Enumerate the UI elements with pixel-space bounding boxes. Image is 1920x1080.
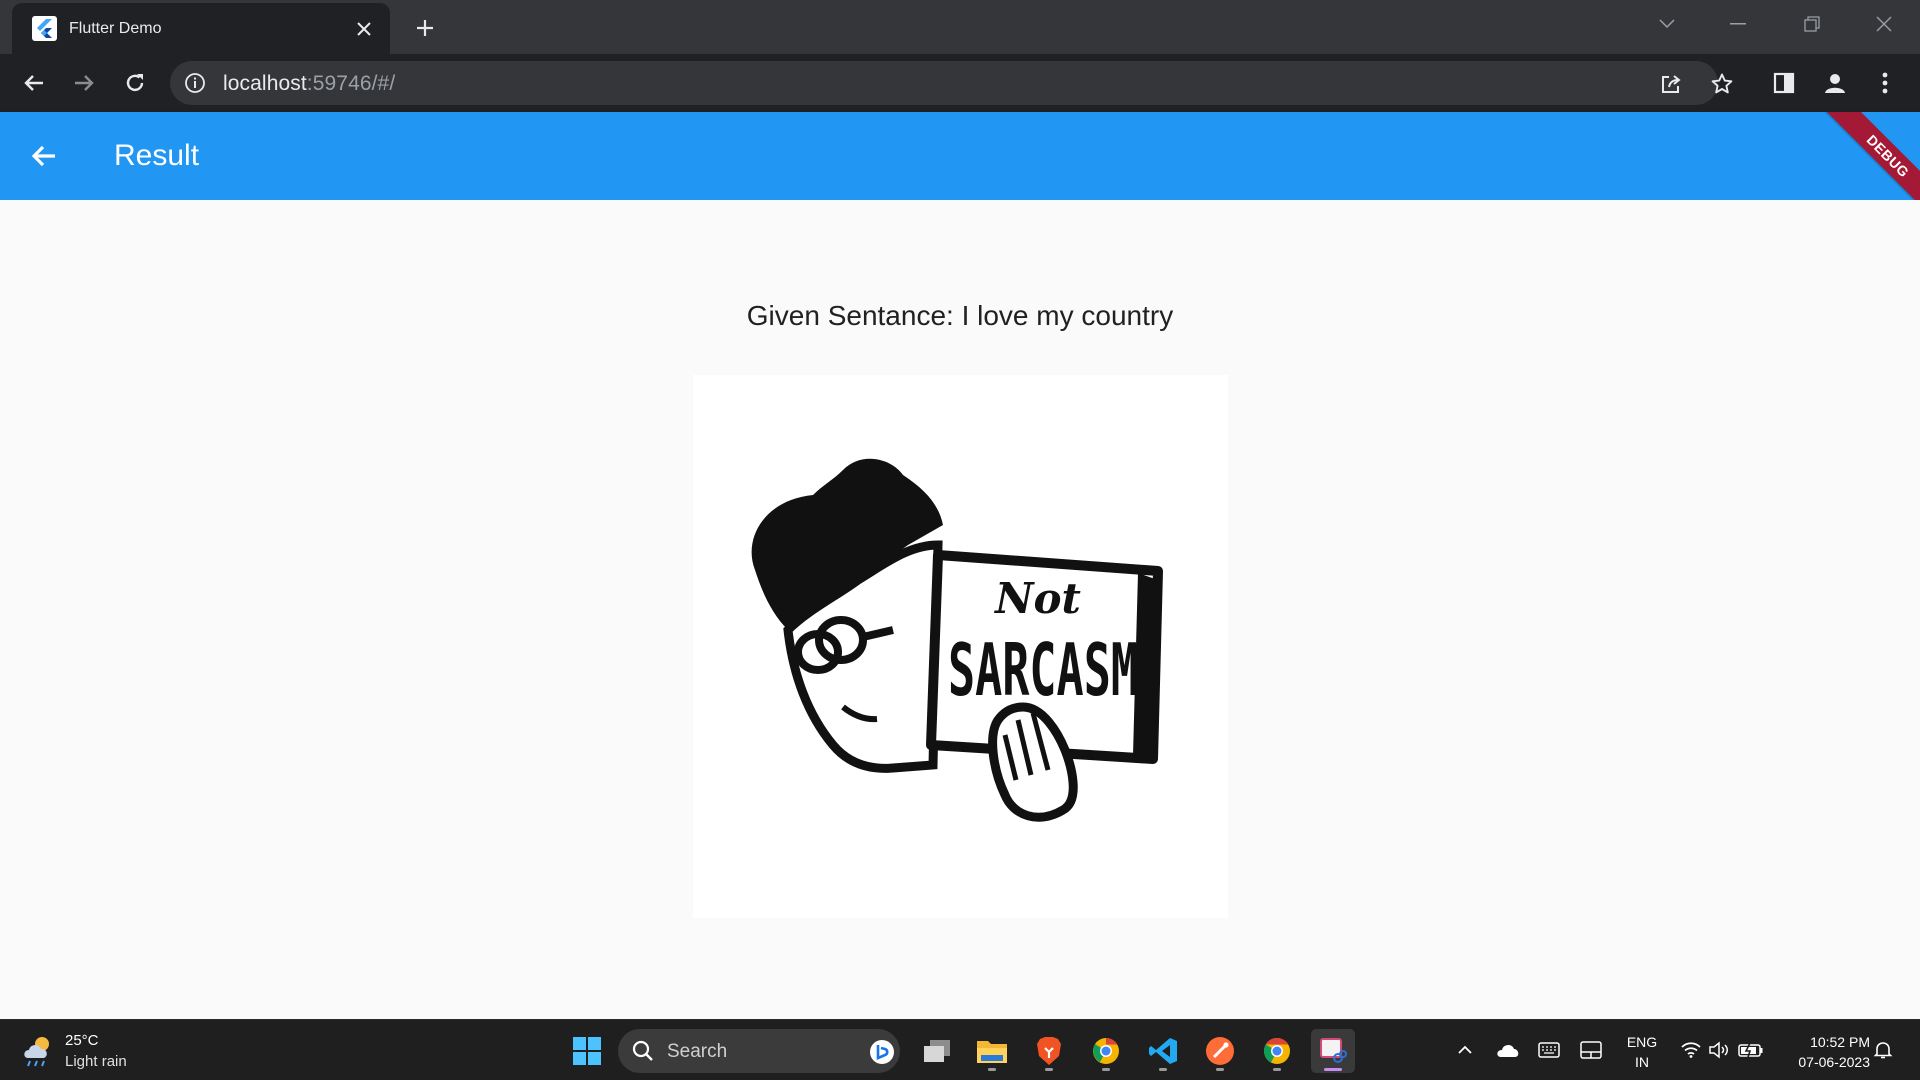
brave-icon[interactable]	[1027, 1029, 1071, 1073]
back-icon[interactable]	[15, 64, 53, 102]
back-arrow-icon[interactable]	[24, 136, 64, 176]
minimize-button[interactable]	[1716, 6, 1760, 42]
page-title: Result	[114, 139, 200, 172]
tab-title: Flutter Demo	[69, 20, 162, 37]
running-indicator	[1045, 1068, 1053, 1071]
browser-tab[interactable]: Flutter Demo	[12, 3, 390, 54]
language-code: ENG	[1626, 1034, 1658, 1050]
region-code: IN	[1635, 1054, 1649, 1070]
clock-date: 07-06-2023	[1798, 1054, 1870, 1070]
running-indicator	[1159, 1068, 1167, 1071]
address-bar[interactable]: localhost:59746/#/	[170, 61, 1733, 105]
clock[interactable]: 10:52 PM 07-06-2023	[1778, 1032, 1870, 1072]
new-tab-button[interactable]	[409, 12, 441, 44]
tab-search-icon[interactable]	[1645, 6, 1689, 42]
notification-bell-icon[interactable]	[1870, 1038, 1896, 1062]
onedrive-cloud-icon[interactable]	[1495, 1038, 1521, 1062]
chrome-canary-icon[interactable]	[1084, 1029, 1128, 1073]
running-indicator	[1102, 1068, 1110, 1071]
url-host: localhost	[223, 72, 307, 95]
forward-icon[interactable]	[65, 64, 103, 102]
given-sentence-text: Given Sentance: I love my country	[746, 300, 1174, 331]
restore-button[interactable]	[1790, 6, 1834, 42]
not-sarcasm-illustration: Not SARCASM	[751, 458, 1163, 822]
task-view-icon[interactable]	[915, 1029, 959, 1073]
vscode-icon[interactable]	[1141, 1029, 1185, 1073]
side-panel-icon[interactable]	[1765, 64, 1803, 102]
close-window-button[interactable]	[1862, 6, 1906, 42]
file-explorer-icon[interactable]	[970, 1029, 1014, 1073]
sign-text-not: Not	[993, 574, 1081, 623]
browser-tab-strip: Flutter Demo	[0, 0, 1920, 54]
sign-text-sarcasm: SARCASM	[948, 629, 1138, 713]
flutter-favicon-icon	[32, 16, 57, 41]
snipping-tool-icon[interactable]	[1311, 1029, 1355, 1073]
chevron-up-icon[interactable]	[1452, 1038, 1478, 1062]
start-icon[interactable]	[565, 1029, 609, 1073]
share-icon[interactable]	[1656, 69, 1686, 99]
search-icon	[632, 1040, 654, 1062]
running-indicator	[988, 1068, 996, 1071]
weather-temperature: 25°C	[65, 1032, 99, 1049]
result-body: Given Sentance: I love my country Not SA…	[0, 200, 1920, 1019]
result-image: Not SARCASM	[693, 375, 1228, 918]
tab-close-icon[interactable]	[350, 15, 378, 43]
windows-taskbar: 25°C Light rain Search ENG IN 10:52 PM 0…	[0, 1019, 1920, 1080]
debug-banner: DEBUG	[1822, 112, 1920, 200]
taskbar-search-box[interactable]: Search	[618, 1029, 900, 1073]
battery-charging-icon[interactable]	[1738, 1038, 1764, 1062]
browser-toolbar: localhost:59746/#/	[0, 54, 1920, 112]
clock-time: 10:52 PM	[1810, 1034, 1870, 1050]
bing-icon[interactable]	[869, 1039, 895, 1065]
input-language-indicator[interactable]: ENG IN	[1624, 1032, 1660, 1072]
touchpad-icon[interactable]	[1578, 1038, 1604, 1062]
keyboard-icon[interactable]	[1536, 1038, 1562, 1062]
active-indicator	[1324, 1068, 1342, 1071]
chrome-icon[interactable]	[1255, 1029, 1299, 1073]
menu-kebab-icon[interactable]	[1866, 64, 1904, 102]
reload-icon[interactable]	[116, 64, 154, 102]
weather-cloud-rain-icon[interactable]	[20, 1032, 58, 1068]
url-path: :59746/#/	[306, 72, 396, 95]
site-info-icon[interactable]	[184, 72, 206, 94]
url-text: localhost:59746/#/	[223, 72, 395, 96]
app-bar: Result DEBUG	[0, 112, 1920, 200]
profile-icon[interactable]	[1816, 64, 1854, 102]
bookmark-star-icon[interactable]	[1707, 69, 1737, 99]
running-indicator	[1273, 1068, 1281, 1071]
weather-description: Light rain	[65, 1053, 127, 1070]
wifi-icon[interactable]	[1678, 1038, 1704, 1062]
search-placeholder: Search	[667, 1041, 728, 1062]
running-indicator	[1216, 1068, 1224, 1071]
postman-icon[interactable]	[1198, 1029, 1242, 1073]
volume-icon[interactable]	[1706, 1038, 1732, 1062]
